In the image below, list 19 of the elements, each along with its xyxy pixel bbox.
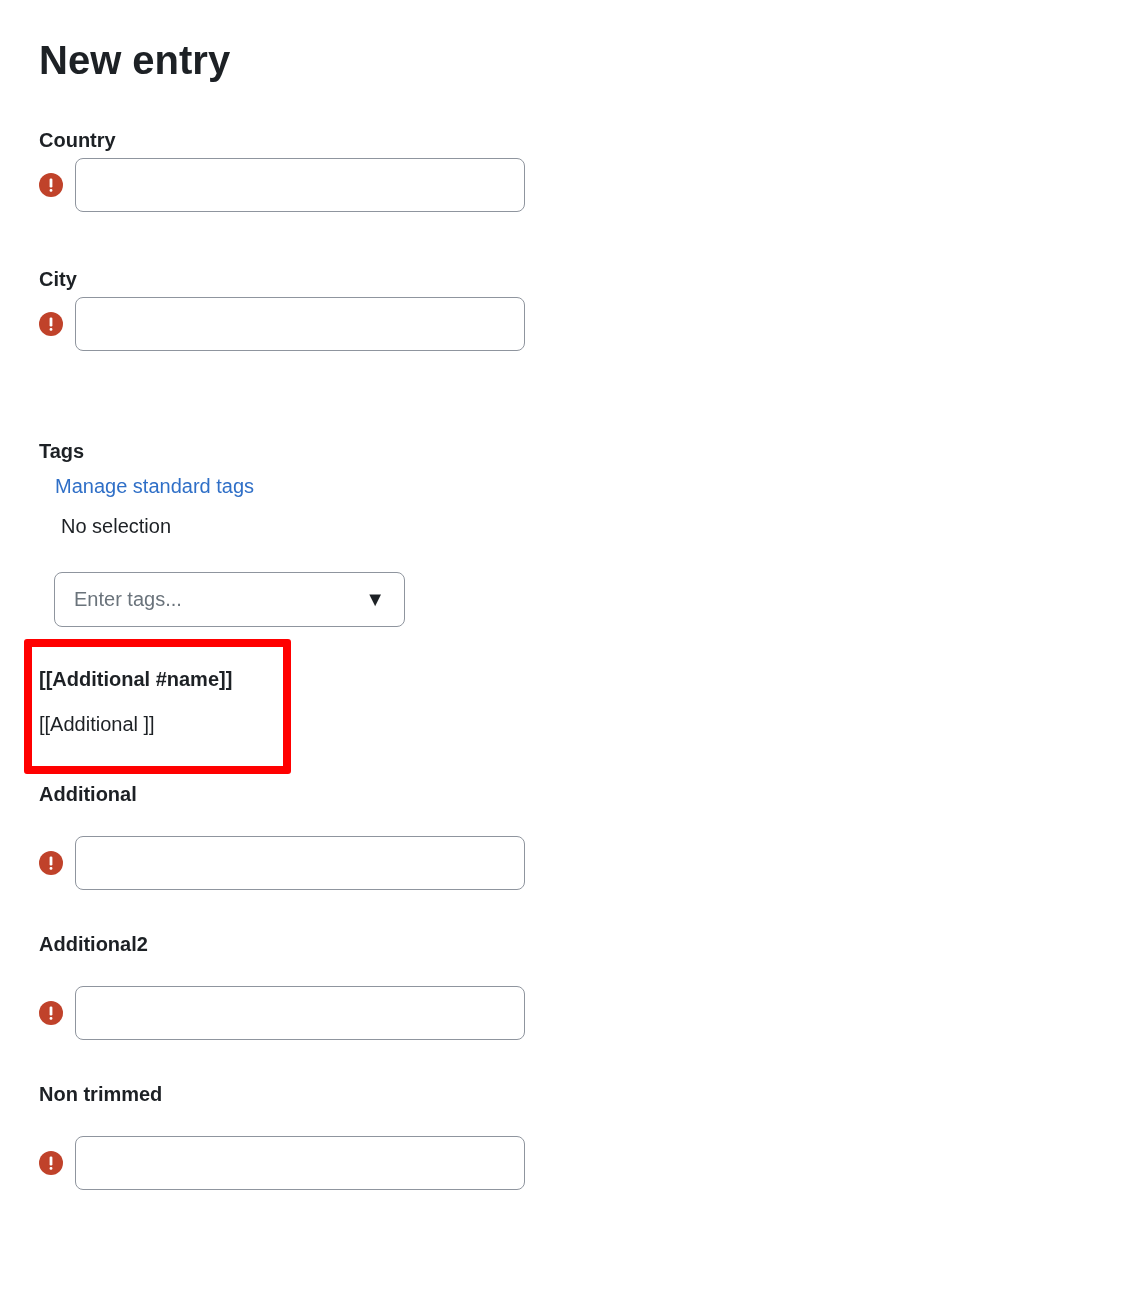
- field-label: Country: [39, 128, 117, 152]
- template-heading: [[Additional #name]]: [39, 667, 234, 691]
- text-input[interactable]: [75, 836, 525, 890]
- tags-dropdown[interactable]: Enter tags... ▼: [54, 572, 405, 627]
- selection-text: No selection: [61, 514, 172, 538]
- caret-icon: ▼: [365, 588, 385, 611]
- text-input[interactable]: [75, 158, 525, 212]
- field-label: City: [39, 267, 78, 291]
- field-label: Additional: [39, 782, 138, 806]
- field-label: Additional2: [39, 932, 149, 956]
- manage-tags-link[interactable]: Manage standard tags: [55, 474, 255, 498]
- field-label: Tags: [39, 439, 85, 463]
- text-input[interactable]: [75, 986, 525, 1040]
- page-title: New entry: [39, 37, 231, 84]
- text-input[interactable]: [75, 297, 525, 351]
- placeholder-text: Enter tags...: [74, 588, 182, 611]
- template-text: [[Additional ]]: [39, 712, 156, 736]
- field-label: Non trimmed: [39, 1082, 164, 1106]
- text-input[interactable]: [75, 1136, 525, 1190]
